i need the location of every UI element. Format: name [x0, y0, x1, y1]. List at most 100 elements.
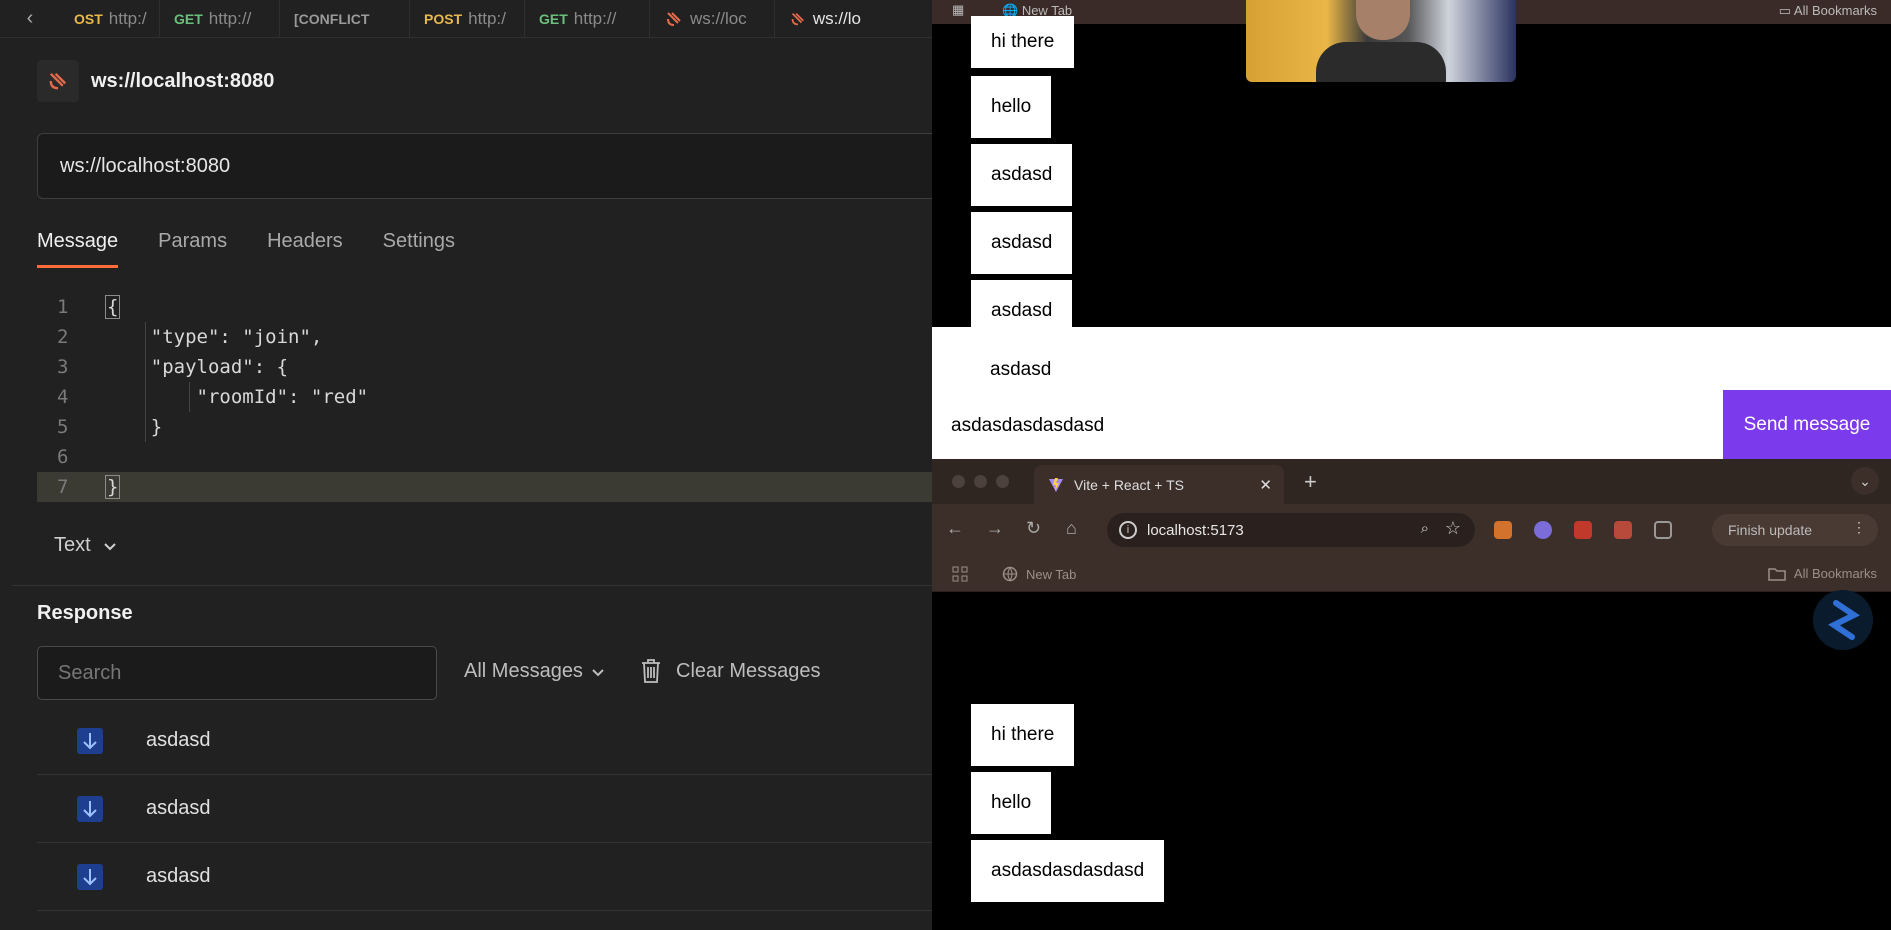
- close-window-dot[interactable]: [952, 475, 965, 488]
- all-bookmarks[interactable]: ▭ All Bookmarks: [1779, 3, 1877, 19]
- bookmark-label: All Bookmarks: [1793, 3, 1877, 18]
- presenter-body: [1316, 42, 1446, 82]
- line-number: 3: [57, 356, 69, 378]
- message-editor[interactable]: 1{ 2 "type": "join", 3 "payload": { 4 "r…: [37, 292, 937, 507]
- overlay-logo-icon: [1813, 590, 1873, 650]
- request-subtabs: Message Params Headers Settings: [37, 226, 495, 268]
- request-tab[interactable]: POST http:/: [410, 0, 525, 38]
- chat-input-area: asdasd asdasdasdasdasd Send message: [932, 327, 1891, 459]
- extension-fox-icon[interactable]: [1494, 521, 1512, 539]
- code-text: "payload": {: [105, 356, 289, 378]
- zoom-icon[interactable]: ⌕: [1421, 520, 1429, 537]
- minimize-window-dot[interactable]: [974, 475, 987, 488]
- finish-update-label: Finish update: [1728, 522, 1813, 538]
- editor-line: 6: [37, 442, 937, 472]
- clear-messages-label: Clear Messages: [676, 659, 821, 682]
- line-number: 4: [57, 386, 69, 408]
- address-text: localhost:5173: [1147, 521, 1244, 539]
- chevron-down-icon: [103, 542, 116, 550]
- back-icon[interactable]: ←: [946, 518, 964, 539]
- response-message-row[interactable]: asdasd: [37, 843, 937, 911]
- code-text: {: [105, 295, 121, 319]
- filter-label: All Messages: [464, 660, 583, 682]
- clear-messages-button[interactable]: Clear Messages: [640, 658, 821, 684]
- site-info-icon[interactable]: i: [1119, 521, 1137, 539]
- editor-line: 1{: [37, 292, 937, 322]
- tab-message[interactable]: Message: [37, 226, 119, 268]
- trash-icon: [642, 659, 660, 683]
- arrow-down-icon: [77, 795, 103, 822]
- new-tab-bookmark[interactable]: New Tab: [1002, 566, 1076, 582]
- chat-bubble: asdasd: [971, 212, 1073, 274]
- response-message-row[interactable]: asdasd: [37, 707, 937, 775]
- finish-update-button[interactable]: Finish update ⋮: [1712, 514, 1878, 546]
- request-title[interactable]: ws://localhost:8080: [91, 70, 274, 93]
- body-format-select[interactable]: Text: [54, 534, 119, 557]
- message-input[interactable]: asdasdasdasdasd: [951, 415, 1104, 437]
- menu-dots-icon[interactable]: ⋮: [1852, 519, 1866, 536]
- tab-url: http:/: [468, 8, 506, 28]
- editor-line: 4 "roomId": "red": [37, 382, 937, 412]
- chat-bubble: asdasd: [990, 359, 1052, 380]
- tab-headers[interactable]: Headers: [267, 226, 343, 268]
- address-bar[interactable]: i localhost:5173 ⌕ ☆: [1107, 513, 1475, 547]
- browser-toolbar: ← → ↻ ⌂ i localhost:5173 ⌕ ☆ Finish upda…: [932, 504, 1891, 556]
- tab-settings[interactable]: Settings: [383, 226, 455, 268]
- arrow-down-icon: [77, 863, 103, 890]
- request-tab[interactable]: OST http:/: [60, 0, 160, 38]
- tab-url: ws://loc: [690, 8, 747, 28]
- chat-bubble: hi there: [971, 16, 1075, 68]
- divider: [12, 585, 932, 586]
- presenter-face: [1356, 0, 1410, 40]
- reload-icon[interactable]: ↻: [1026, 518, 1041, 539]
- tab-method: [CONFLICT: [294, 10, 370, 27]
- request-tab-active[interactable]: ws://lo: [775, 0, 875, 38]
- request-tab[interactable]: [CONFLICT: [280, 0, 410, 38]
- window-controls: [952, 475, 1018, 488]
- code-text: }: [105, 475, 121, 499]
- response-message-row[interactable]: asdasd: [37, 775, 937, 843]
- code-text: }: [105, 416, 163, 438]
- message-text: asdasd: [146, 797, 211, 819]
- extension-feather-icon[interactable]: [1534, 521, 1552, 539]
- extension-red-icon[interactable]: [1574, 521, 1592, 539]
- back-arrow-icon[interactable]: ‹: [0, 7, 60, 30]
- globe-icon: [1002, 566, 1018, 582]
- home-icon[interactable]: ⌂: [1066, 518, 1077, 539]
- tab-method: GET: [539, 10, 568, 27]
- request-tab[interactable]: GET http://: [525, 0, 650, 38]
- bookmark-label: All Bookmarks: [1793, 566, 1877, 581]
- messages-filter-dropdown[interactable]: All Messages: [464, 660, 607, 683]
- bookmarks-bar: New Tab All Bookmarks: [932, 556, 1891, 592]
- bookmark-star-icon[interactable]: ☆: [1445, 518, 1461, 539]
- apps-grid-icon[interactable]: ▦: [952, 2, 964, 18]
- extension-badge-icon[interactable]: [1614, 521, 1632, 539]
- request-header: ws://localhost:8080: [37, 60, 274, 102]
- line-number: 7: [57, 476, 69, 498]
- maximize-window-dot[interactable]: [996, 475, 1009, 488]
- url-input[interactable]: ws://localhost:8080: [37, 133, 937, 199]
- chat-bubble: hello: [971, 772, 1052, 834]
- request-tab[interactable]: ws://loc: [650, 0, 775, 38]
- all-bookmarks[interactable]: All Bookmarks: [1768, 566, 1877, 581]
- line-number: 6: [57, 446, 69, 468]
- browser-tab-strip: Vite + React + TS ✕ + ⌄: [932, 459, 1891, 504]
- webcam-overlay: [1246, 0, 1516, 82]
- new-tab-plus-icon[interactable]: +: [1304, 469, 1317, 495]
- forward-icon[interactable]: →: [986, 518, 1004, 539]
- tab-params[interactable]: Params: [158, 226, 227, 268]
- tab-search-chevron-icon[interactable]: ⌄: [1851, 467, 1879, 495]
- apps-grid-icon[interactable]: [952, 566, 968, 582]
- response-search-input[interactable]: Search: [37, 646, 437, 700]
- chevron-down-icon: [592, 668, 604, 676]
- websocket-icon: [667, 11, 681, 26]
- browser-area: ▦ 🌐 New Tab ▭ All Bookmarks hi there hel…: [932, 0, 1891, 930]
- extensions-puzzle-icon[interactable]: [1654, 521, 1672, 539]
- body-format-label: Text: [54, 534, 91, 556]
- request-tab[interactable]: GET http://: [160, 0, 280, 38]
- browser-tab[interactable]: Vite + React + TS ✕: [1034, 465, 1284, 504]
- vite-logo-icon: [1049, 477, 1063, 492]
- send-message-button[interactable]: Send message: [1723, 390, 1891, 459]
- close-tab-icon[interactable]: ✕: [1259, 476, 1272, 494]
- arrow-down-icon: [77, 727, 103, 754]
